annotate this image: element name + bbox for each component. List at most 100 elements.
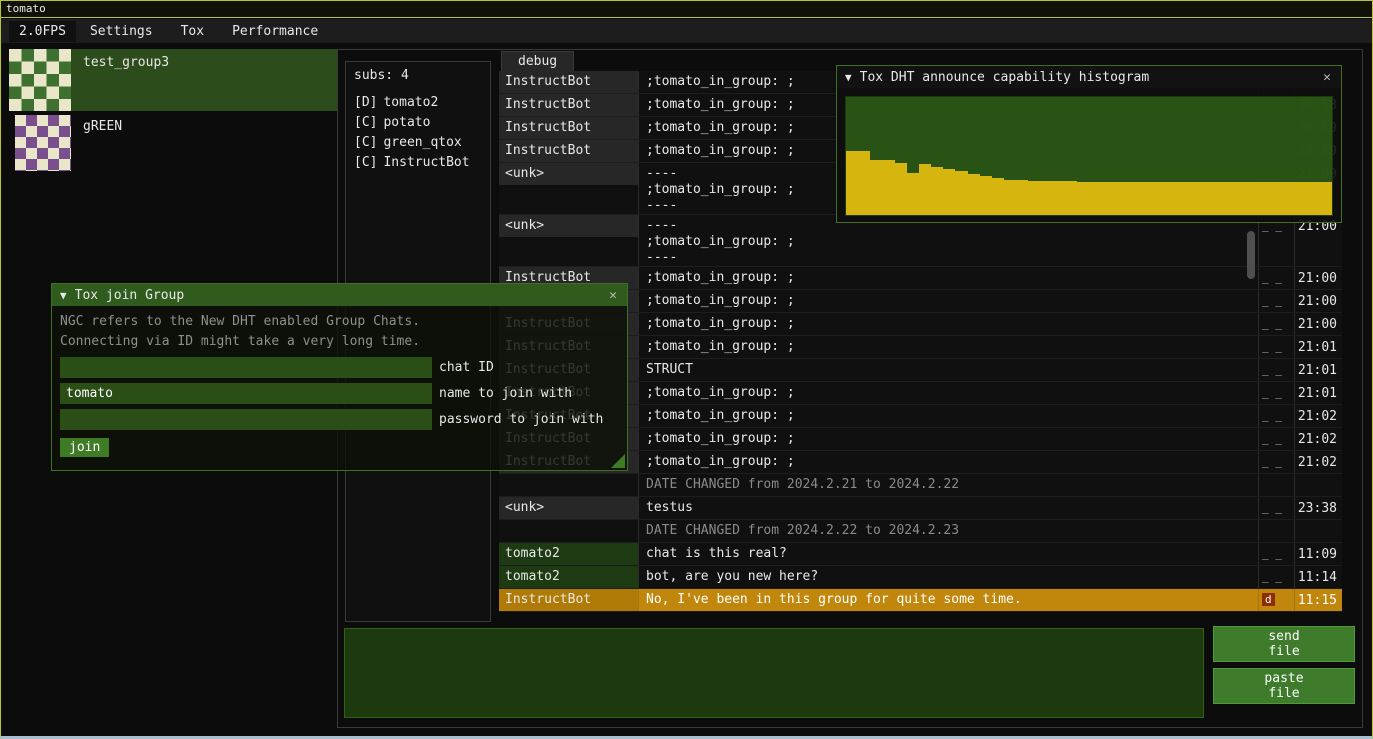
chat-receipt-marks: _ _ (1259, 451, 1295, 473)
chat-sender-cell: InstructBot (499, 140, 639, 162)
join-name-label: name to join with (439, 386, 572, 401)
chat-timestamp (1295, 474, 1342, 496)
member-item-instructbot[interactable]: [C] InstructBot (354, 153, 482, 173)
send-file-button[interactable]: send file (1213, 626, 1355, 662)
chat-sender-cell: <unk> (499, 497, 639, 519)
collapse-arrow-icon[interactable]: ▼ (845, 71, 852, 84)
join-name-input[interactable]: tomato (60, 383, 432, 404)
chat-message: chat is this real? (639, 543, 1259, 565)
chat-receipt-marks: _ _ (1259, 405, 1295, 427)
chat-sender-cell: <unk> (499, 163, 639, 214)
chat-timestamp: 21:01 (1295, 336, 1342, 358)
chat-receipt-marks: d (1259, 589, 1295, 611)
join-window-title: Tox join Group (75, 288, 608, 303)
chat-row[interactable]: tomato2 chat is this real? _ _ 11:09 (499, 543, 1342, 566)
member-item-green_qtox[interactable]: [C] green_qtox (354, 133, 482, 153)
dht-histogram-window: ▼ Tox DHT announce capability histogram … (836, 65, 1342, 223)
member-name: green_qtox (383, 135, 461, 150)
chat-sender-cell: InstructBot (499, 117, 639, 139)
tab-debug[interactable]: debug (501, 51, 574, 71)
chat-timestamp: 21:00 (1295, 267, 1342, 289)
chat-sender-cell: InstructBot (499, 94, 639, 116)
chat-receipt-marks (1259, 520, 1295, 542)
chat-sender: <unk> (499, 497, 638, 519)
chat-timestamp: 21:00 (1295, 290, 1342, 312)
member-item-tomato2[interactable]: [D]tomato2 (354, 93, 482, 113)
close-icon[interactable]: ✕ (1321, 70, 1333, 85)
member-name: potato (383, 115, 430, 130)
chat-timestamp: 23:38 (1295, 497, 1342, 519)
chat-receipt-marks: _ _ (1259, 543, 1295, 565)
join-button[interactable]: join (60, 438, 109, 457)
chat-row-highlighted[interactable]: InstructBot No, I've been in this group … (499, 589, 1342, 612)
chat-row[interactable]: <unk> testus _ _ 23:38 (499, 497, 1342, 520)
chat-sender: InstructBot (499, 140, 638, 162)
menu-performance[interactable]: Performance (218, 21, 332, 42)
resize-grip[interactable] (611, 454, 625, 468)
chat-receipt-marks (1259, 474, 1295, 496)
join-window-titlebar[interactable]: ▼ Tox join Group ✕ (52, 284, 627, 306)
chat-sender-cell: tomato2 (499, 566, 639, 588)
subs-header: subs: 4 (354, 68, 482, 83)
chat-message: ;tomato_in_group: ; (639, 428, 1259, 450)
chat-sender-cell: InstructBot (499, 71, 639, 93)
group-avatar (9, 49, 71, 111)
member-name: InstructBot (383, 155, 469, 170)
menu-settings[interactable]: Settings (76, 21, 167, 42)
chat-timestamp: 21:02 (1295, 405, 1342, 427)
chat-sender: <unk> (499, 215, 638, 237)
chat-date-row: DATE CHANGED from 2024.2.22 to 2024.2.23 (499, 520, 1342, 543)
menu-tox[interactable]: Tox (167, 21, 218, 42)
join-info-line-2: Connecting via ID might take a very long… (60, 332, 619, 352)
histogram-window-title: Tox DHT announce capability histogram (860, 70, 1322, 85)
chat-sender: InstructBot (499, 94, 638, 116)
chat-timestamp: 21:01 (1295, 359, 1342, 381)
chat-sender: InstructBot (499, 117, 638, 139)
chat-sender: InstructBot (499, 589, 638, 611)
join-info-line-1: NGC refers to the New DHT enabled Group … (60, 312, 619, 332)
member-item-potato[interactable]: [C]potato (354, 113, 482, 133)
chat-timestamp: 21:02 (1295, 451, 1342, 473)
chat-timestamp: 11:14 (1295, 566, 1342, 588)
chat-receipt-marks: _ _ (1259, 336, 1295, 358)
join-password-input[interactable] (60, 409, 432, 430)
member-status: [C] (354, 155, 377, 170)
chat-scrollbar-thumb[interactable] (1247, 231, 1255, 279)
close-icon[interactable]: ✕ (607, 288, 619, 303)
member-status: [C] (354, 135, 377, 150)
chat-message: ;tomato_in_group: ; (639, 451, 1259, 473)
chat-message: ;tomato_in_group: ; (639, 313, 1259, 335)
chat-id-label: chat ID (439, 360, 494, 375)
paste-file-button[interactable]: paste file (1213, 668, 1355, 704)
histogram-window-titlebar[interactable]: ▼ Tox DHT announce capability histogram … (837, 66, 1341, 88)
chat-receipt-marks: _ _ (1259, 267, 1295, 289)
chat-date-row: DATE CHANGED from 2024.2.21 to 2024.2.22 (499, 474, 1342, 497)
chat-timestamp: 21:02 (1295, 428, 1342, 450)
window-titlebar[interactable]: tomato (1, 1, 1372, 18)
chat-receipt-marks: _ _ (1259, 313, 1295, 335)
chat-sender-cell (499, 474, 639, 496)
chat-receipt-marks: _ _ (1259, 382, 1295, 404)
chat-sender-cell: tomato2 (499, 543, 639, 565)
chat-sender: InstructBot (499, 71, 638, 93)
group-item-test_group3[interactable]: test_group3 (9, 49, 337, 111)
window-title: tomato (6, 2, 46, 15)
chat-id-input[interactable] (60, 357, 432, 378)
message-input[interactable] (344, 628, 1204, 718)
member-name: tomato2 (383, 95, 438, 110)
chat-row[interactable]: tomato2 bot, are you new here? _ _ 11:14 (499, 566, 1342, 589)
chat-timestamp: 11:15 (1295, 589, 1342, 611)
chat-sender: tomato2 (499, 543, 638, 565)
chat-message: ;tomato_in_group: ; (639, 405, 1259, 427)
collapse-arrow-icon[interactable]: ▼ (60, 289, 67, 302)
chat-message: ;tomato_in_group: ; (639, 336, 1259, 358)
join-password-label: password to join with (439, 412, 603, 427)
join-group-window: ▼ Tox join Group ✕ NGC refers to the New… (51, 283, 628, 471)
histogram-bars (846, 97, 1332, 215)
chat-receipt-marks: _ _ (1259, 290, 1295, 312)
chat-message: testus (639, 497, 1259, 519)
chat-receipt-marks: _ _ (1259, 566, 1295, 588)
chat-receipt-marks: _ _ (1259, 428, 1295, 450)
group-item-green[interactable]: gREEN (9, 113, 337, 173)
chat-sender-cell: InstructBot (499, 589, 639, 611)
